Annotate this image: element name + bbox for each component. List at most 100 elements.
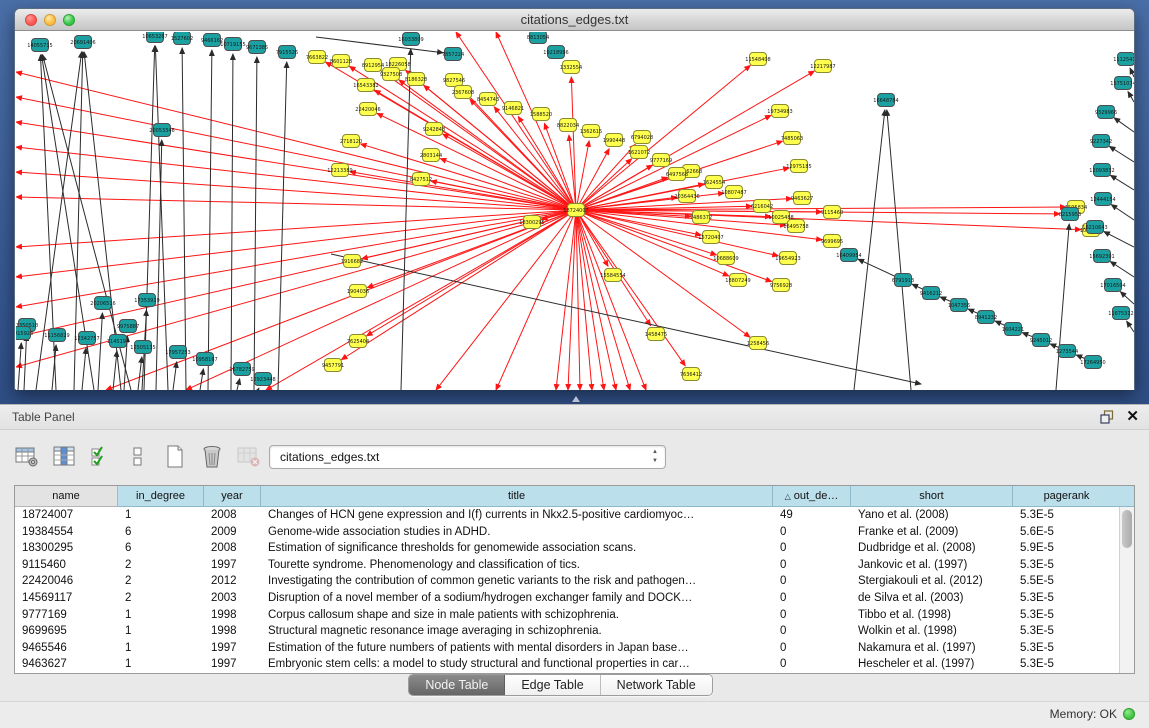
graph-node-8454743[interactable]: 8454743 [477,93,499,106]
column-header-in_degree[interactable]: in_degree [118,486,204,507]
citation-edge-black[interactable] [1130,68,1134,77]
graph-node-18807249[interactable]: 18807249 [725,274,750,287]
table-row[interactable]: 1872400712008Changes of HCN gene express… [15,507,1134,524]
table-row[interactable]: 1830029562008Estimation of significance … [15,540,1134,557]
graph-node-6216042[interactable]: 6216042 [751,200,773,213]
graph-node-2367608[interactable]: 2367608 [452,86,474,99]
citation-edge-black[interactable] [113,351,117,390]
column-header-name[interactable]: name [15,486,118,507]
citation-edge-black[interactable] [316,37,443,53]
citation-edge-black[interactable] [331,254,921,384]
table-row[interactable]: 1456911722003Disruption of a novel membe… [15,590,1134,607]
graph-node-3915923[interactable]: 3915923 [16,327,33,340]
graph-node-9975887[interactable]: 9975887 [117,320,139,333]
graph-node-8215953[interactable]: 8215953 [1059,208,1081,221]
graph-node-16409954[interactable]: 16409954 [836,249,861,262]
graph-node-1362615[interactable]: 1362615 [580,125,602,138]
citation-edge-red[interactable] [568,210,576,390]
graph-node-7915526[interactable]: 7915526 [276,46,298,59]
graph-node-9416212[interactable]: 9416212 [920,287,942,300]
graph-node-8601128[interactable]: 8601128 [330,55,352,68]
graph-node-1990448[interactable]: 1990448 [603,134,625,147]
citation-edge-black[interactable] [182,48,186,390]
graph-node-1916682[interactable]: 1916682 [341,255,363,268]
column-header-title[interactable]: title [261,486,773,507]
citation-edge-black[interactable] [1128,92,1134,102]
graph-node-2718120[interactable]: 2718120 [340,135,362,148]
graph-node-9242848[interactable]: 9242848 [423,123,445,136]
tab-network-table[interactable]: Network Table [601,675,712,695]
citation-edge-black[interactable] [138,357,142,390]
graph-node-11125413[interactable]: 11125413 [1113,53,1134,66]
graph-node-1604221[interactable]: 1604221 [1002,323,1024,336]
graph-node-10807487[interactable]: 10807487 [721,186,746,199]
graph-node-8822034[interactable]: 8822034 [557,119,579,132]
graph-node-1273544[interactable]: 1273544 [1056,345,1078,358]
citation-edge-black[interactable] [258,388,259,390]
table-mode-icon[interactable] [14,444,40,470]
graph-node-7625404[interactable]: 7625404 [347,335,369,348]
graph-node-16648784[interactable]: 16648784 [873,94,898,107]
graph-node-9245012[interactable]: 9245012 [1030,334,1052,347]
graph-node-20691406[interactable]: 20691406 [70,36,95,49]
citation-edge-black[interactable] [254,57,257,390]
citation-edge-black[interactable] [1110,175,1134,190]
graph-node-9777169[interactable]: 9777169 [650,154,672,167]
citation-edge-red[interactable] [496,210,576,390]
graph-node-7485063[interactable]: 7485063 [781,132,803,145]
column-header-pagerank[interactable]: pagerank [1013,486,1121,507]
graph-node-10688609[interactable]: 10688609 [713,252,738,265]
graph-node-17353919[interactable]: 17353919 [134,294,159,307]
citation-edge-black[interactable] [1127,321,1134,332]
graph-node-6497568[interactable]: 6497568 [666,168,688,181]
window-titlebar[interactable]: citations_edges.txt [15,9,1134,31]
graph-node-9756928[interactable]: 9756928 [770,279,792,292]
graph-node-1145194[interactable]: 1145194 [107,335,129,348]
column-header-year[interactable]: year [204,486,261,507]
table-vertical-scrollbar[interactable] [1119,507,1134,673]
citation-edge-red[interactable] [341,210,576,360]
citation-edge-black[interactable] [1110,261,1134,277]
column-header-out_de[interactable]: △out_de… [773,486,851,507]
table-row[interactable]: 977716911998Corpus callosum shape and si… [15,607,1134,624]
citation-edge-black[interactable] [854,110,885,390]
graph-node-9146821[interactable]: 9146821 [502,102,524,115]
graph-node-1621072[interactable]: 1621072 [628,146,650,159]
table-row[interactable]: 1938455462009Genome-wide association stu… [15,524,1134,541]
citation-edge-red[interactable] [576,210,1060,214]
citation-edge-black[interactable] [208,50,212,390]
citation-edge-black[interactable] [231,54,233,390]
graph-node-6791913[interactable]: 6791913 [892,274,914,287]
graph-node-7636412[interactable]: 7636412 [680,368,702,381]
row-height-icon[interactable] [125,444,151,470]
new-column-icon[interactable] [162,444,188,470]
graph-node-1458475[interactable]: 1458475 [645,328,667,341]
table-row[interactable]: 946554611997Estimation of the future num… [15,640,1134,657]
citation-edge-black[interactable] [98,313,102,390]
citation-edge-red[interactable] [16,210,576,367]
citation-edge-black[interactable] [173,362,177,390]
graph-node-11156829[interactable]: 11156829 [44,329,69,342]
graph-node-16033809[interactable]: 16033809 [398,33,423,46]
citation-edge-black[interactable] [82,348,86,390]
tab-edge-table[interactable]: Edge Table [505,675,600,695]
graph-node-15584554[interactable]: 15584554 [600,269,625,282]
graph-node-14055715[interactable]: 14055715 [27,39,52,52]
citation-edge-black[interactable] [1111,205,1134,220]
graph-node-9463627[interactable]: 9463627 [791,192,813,205]
graph-node-9699695[interactable]: 9699695 [821,235,843,248]
graph-node-1624554[interactable]: 1624554 [703,176,725,189]
graph-node-9115460[interactable]: 9115460 [821,206,843,219]
column-header-short[interactable]: short [851,486,1013,507]
citation-edge-black[interactable] [156,140,162,390]
graph-node-8941232[interactable]: 8941232 [975,311,997,324]
show-column-icon[interactable] [51,444,77,470]
citation-edge-red[interactable] [16,97,576,210]
graph-node-12342757[interactable]: 12342757 [74,332,99,345]
graph-node-15692391[interactable]: 15692391 [1089,250,1114,263]
network-canvas[interactable]: 1872400786011288912954182260589327508165… [16,32,1134,390]
graph-node-1527602[interactable]: 1527602 [171,32,193,45]
citation-edge-red[interactable] [576,210,616,390]
graph-node-9827546[interactable]: 9827546 [443,74,465,87]
graph-node-6794028[interactable]: 6794028 [631,131,653,144]
